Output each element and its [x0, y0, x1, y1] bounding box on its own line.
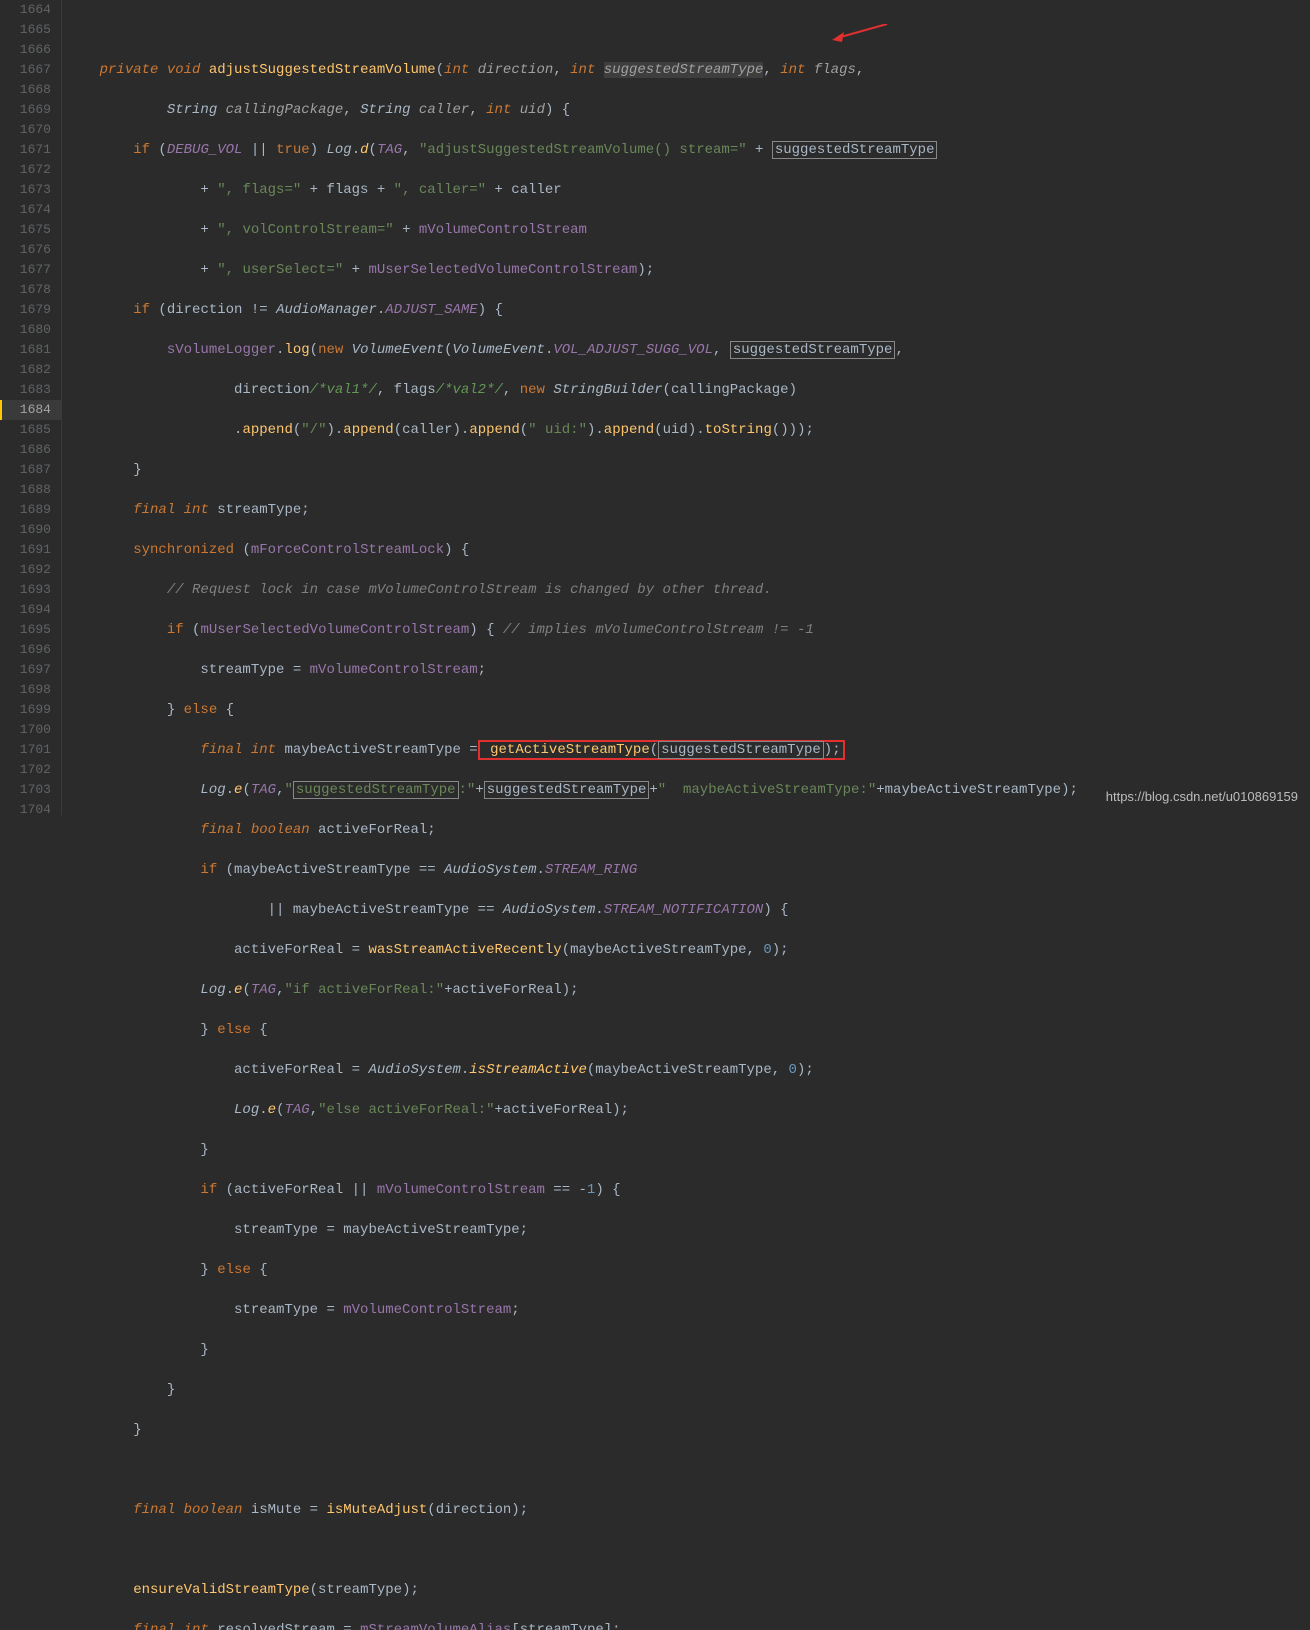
code-line[interactable]: direction/*val1*/, flags/*val2*/, new St…	[66, 380, 1310, 400]
line-number: 1697	[0, 660, 61, 680]
code-line[interactable]: } else {	[66, 700, 1310, 720]
highlight-redbox: getActiveStreamType(suggestedStreamType)…	[478, 740, 845, 760]
code-line[interactable]: }	[66, 1380, 1310, 1400]
line-number: 1664	[0, 0, 61, 20]
line-number: 1672	[0, 160, 61, 180]
line-number: 1702	[0, 760, 61, 780]
code-line[interactable]: if (mUserSelectedVolumeControlStream) { …	[66, 620, 1310, 640]
code-line[interactable]: synchronized (mForceControlStreamLock) {	[66, 540, 1310, 560]
line-number-current: 1684	[0, 400, 61, 420]
line-number: 1679	[0, 300, 61, 320]
code-line[interactable]: streamType = maybeActiveStreamType;	[66, 1220, 1310, 1240]
code-line[interactable]: final boolean activeForReal;	[66, 820, 1310, 840]
code-line[interactable]: private void adjustSuggestedStreamVolume…	[66, 60, 1310, 80]
code-line[interactable]: streamType = mVolumeControlStream;	[66, 660, 1310, 680]
line-number: 1701	[0, 740, 61, 760]
code-line[interactable]: final int streamType;	[66, 500, 1310, 520]
line-number: 1703	[0, 780, 61, 800]
line-number: 1681	[0, 340, 61, 360]
line-number: 1673	[0, 180, 61, 200]
line-number: 1694	[0, 600, 61, 620]
code-line[interactable]: // Request lock in case mVolumeControlSt…	[66, 580, 1310, 600]
line-gutter: 1664 1665 1666 1667 1668 1669 1670 1671 …	[0, 0, 62, 815]
code-line[interactable]: if (maybeActiveStreamType == AudioSystem…	[66, 860, 1310, 880]
line-number: 1700	[0, 720, 61, 740]
code-line[interactable]: if (activeForReal || mVolumeControlStrea…	[66, 1180, 1310, 1200]
code-line[interactable]: activeForReal = AudioSystem.isStreamActi…	[66, 1060, 1310, 1080]
line-number: 1680	[0, 320, 61, 340]
line-number: 1687	[0, 460, 61, 480]
line-number: 1678	[0, 280, 61, 300]
code-line[interactable]: }	[66, 1340, 1310, 1360]
code-line[interactable]: String callingPackage, String caller, in…	[66, 100, 1310, 120]
line-number: 1674	[0, 200, 61, 220]
code-line[interactable]: } else {	[66, 1260, 1310, 1280]
line-number: 1704	[0, 800, 61, 820]
code-line[interactable]: Log.e(TAG,"if activeForReal:"+activeForR…	[66, 980, 1310, 1000]
line-number: 1676	[0, 240, 61, 260]
code-line[interactable]: final boolean isMute = isMuteAdjust(dire…	[66, 1500, 1310, 1520]
code-content[interactable]: private void adjustSuggestedStreamVolume…	[62, 0, 1310, 815]
code-line[interactable]: final int maybeActiveStreamType = getAct…	[66, 740, 1310, 760]
line-number: 1667	[0, 60, 61, 80]
code-line[interactable]: || maybeActiveStreamType == AudioSystem.…	[66, 900, 1310, 920]
code-line[interactable]: if (direction != AudioManager.ADJUST_SAM…	[66, 300, 1310, 320]
line-number: 1696	[0, 640, 61, 660]
code-line[interactable]	[66, 20, 1310, 40]
line-number: 1692	[0, 560, 61, 580]
watermark-text: https://blog.csdn.net/u010869159	[1106, 787, 1298, 807]
code-line[interactable]: + ", volControlStream=" + mVolumeControl…	[66, 220, 1310, 240]
code-line[interactable]: }	[66, 1420, 1310, 1440]
line-number: 1683	[0, 380, 61, 400]
line-number: 1669	[0, 100, 61, 120]
line-number: 1685	[0, 420, 61, 440]
code-line[interactable]: activeForReal = wasStreamActiveRecently(…	[66, 940, 1310, 960]
code-line[interactable]: + ", flags=" + flags + ", caller=" + cal…	[66, 180, 1310, 200]
code-line[interactable]: streamType = mVolumeControlStream;	[66, 1300, 1310, 1320]
line-number: 1677	[0, 260, 61, 280]
line-number: 1686	[0, 440, 61, 460]
line-number: 1670	[0, 120, 61, 140]
line-number: 1682	[0, 360, 61, 380]
line-number: 1665	[0, 20, 61, 40]
line-number: 1675	[0, 220, 61, 240]
code-line[interactable]	[66, 1540, 1310, 1560]
code-line[interactable]: if (DEBUG_VOL || true) Log.d(TAG, "adjus…	[66, 140, 1310, 160]
line-number: 1689	[0, 500, 61, 520]
code-line[interactable]: final int resolvedStream = mStreamVolume…	[66, 1620, 1310, 1630]
code-line[interactable]: Log.e(TAG,"else activeForReal:"+activeFo…	[66, 1100, 1310, 1120]
code-line[interactable]: .append("/").append(caller).append(" uid…	[66, 420, 1310, 440]
line-number: 1698	[0, 680, 61, 700]
line-number: 1666	[0, 40, 61, 60]
code-editor[interactable]: 1664 1665 1666 1667 1668 1669 1670 1671 …	[0, 0, 1310, 815]
code-line[interactable]: }	[66, 460, 1310, 480]
code-line[interactable]: } else {	[66, 1020, 1310, 1040]
code-line[interactable]: sVolumeLogger.log(new VolumeEvent(Volume…	[66, 340, 1310, 360]
code-line[interactable]: ensureValidStreamType(streamType);	[66, 1580, 1310, 1600]
line-number: 1693	[0, 580, 61, 600]
line-number: 1688	[0, 480, 61, 500]
line-number: 1691	[0, 540, 61, 560]
line-number: 1699	[0, 700, 61, 720]
line-number: 1671	[0, 140, 61, 160]
code-line[interactable]	[66, 1460, 1310, 1480]
line-number: 1668	[0, 80, 61, 100]
code-line[interactable]: + ", userSelect=" + mUserSelectedVolumeC…	[66, 260, 1310, 280]
code-line[interactable]: }	[66, 1140, 1310, 1160]
line-number: 1690	[0, 520, 61, 540]
line-number: 1695	[0, 620, 61, 640]
